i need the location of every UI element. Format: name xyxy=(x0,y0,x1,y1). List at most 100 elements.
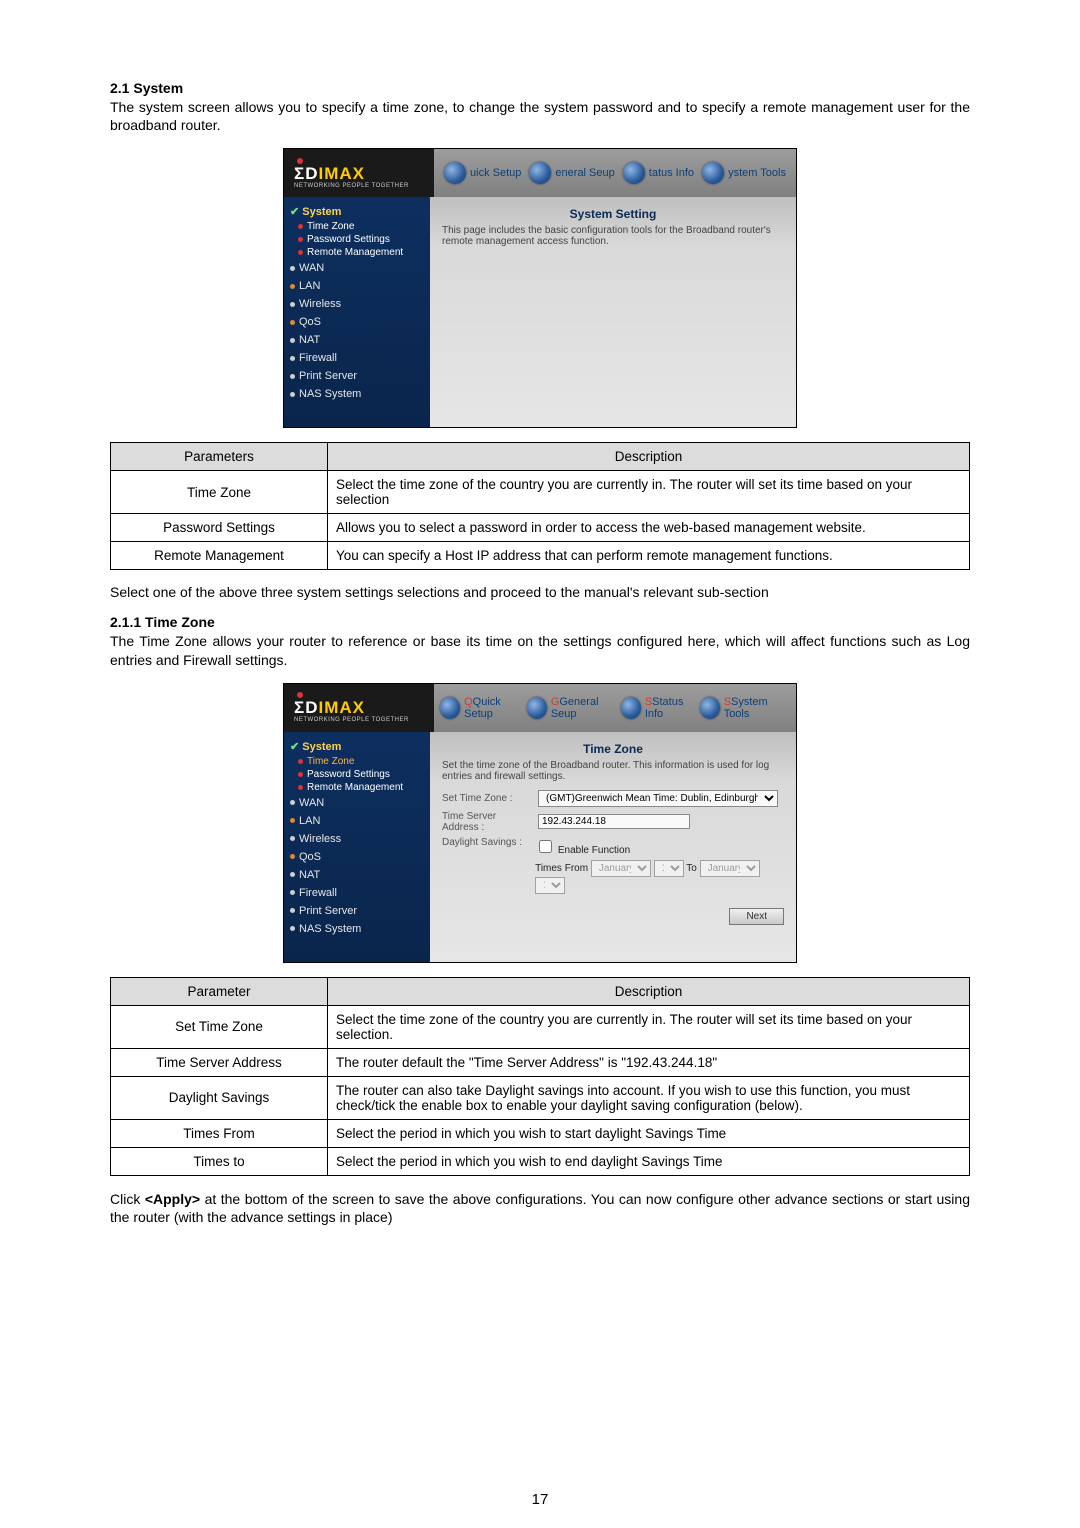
sidebar-lan[interactable]: LAN xyxy=(290,812,424,830)
table-row: Remote ManagementYou can specify a Host … xyxy=(111,542,970,570)
topbar-system-tools[interactable]: ystem Tools xyxy=(702,162,786,184)
sidebar-wan[interactable]: WAN xyxy=(290,794,424,812)
bullet-icon xyxy=(290,800,295,805)
sidebar-firewall[interactable]: Firewall xyxy=(290,349,424,367)
globe-icon xyxy=(700,697,720,719)
sidebar-sub-timezone[interactable]: Time Zone xyxy=(290,220,424,233)
table-row: Daylight SavingsThe router can also take… xyxy=(111,1076,970,1119)
sidebar-sub-remote[interactable]: Remote Management xyxy=(290,781,424,794)
sidebar-qos[interactable]: QoS xyxy=(290,313,424,331)
topbar-quick-setup[interactable]: uick Setup xyxy=(444,162,521,184)
logo-text: ΣDIMAX xyxy=(294,699,365,716)
sidebar-firewall[interactable]: Firewall xyxy=(290,884,424,902)
globe-icon xyxy=(527,697,547,719)
closing-paragraph: Click <Apply> at the bottom of the scree… xyxy=(110,1190,970,1226)
router-logo: ΣDIMAX NETWORKING PEOPLE TOGETHER xyxy=(284,692,409,723)
sidebar-sub-remote[interactable]: Remote Management xyxy=(290,246,424,259)
topbar-status-info[interactable]: SStatus Info xyxy=(621,696,700,720)
section-intro-system: The system screen allows you to specify … xyxy=(110,98,970,134)
bullet-icon xyxy=(298,250,303,255)
table-row: Times FromSelect the period in which you… xyxy=(111,1119,970,1147)
globe-icon xyxy=(621,697,641,719)
bullet-icon xyxy=(290,836,295,841)
sidebar-sub-password[interactable]: Password Settings xyxy=(290,768,424,781)
table-header-parameters: Parameters xyxy=(111,443,328,471)
bullet-icon xyxy=(298,785,303,790)
apply-bold: <Apply> xyxy=(145,1191,200,1207)
label-daylight-savings: Daylight Savings : xyxy=(442,837,529,848)
sidebar-wan[interactable]: WAN xyxy=(290,259,424,277)
parameter-table-timezone: Parameter Description Set Time ZoneSelec… xyxy=(110,977,970,1176)
sidebar-printserver[interactable]: Print Server xyxy=(290,367,424,385)
sidebar-root-system[interactable]: System xyxy=(290,740,424,753)
topbar-quick-setup[interactable]: QQuick Setup xyxy=(440,696,527,720)
select-to-month[interactable]: January xyxy=(700,860,760,877)
bullet-icon xyxy=(298,224,303,229)
label-enable-function: Enable Function xyxy=(558,845,630,856)
router-sidebar: System Time Zone Password Settings Remot… xyxy=(284,732,430,962)
table-row: Time ZoneSelect the time zone of the cou… xyxy=(111,471,970,514)
label-set-timezone: Set Time Zone : xyxy=(442,793,532,804)
sidebar-sub-password[interactable]: Password Settings xyxy=(290,233,424,246)
next-button[interactable]: Next xyxy=(729,908,784,925)
content-title: Time Zone xyxy=(442,742,784,756)
logo-subtitle: NETWORKING PEOPLE TOGETHER xyxy=(294,717,409,723)
topbar-general-setup[interactable]: eneral Seup xyxy=(529,162,614,184)
router-screenshot-timezone: ΣDIMAX NETWORKING PEOPLE TOGETHER QQuick… xyxy=(283,683,797,963)
select-from-day[interactable]: 1 xyxy=(654,860,684,877)
bullet-icon xyxy=(290,854,295,859)
select-from-month[interactable]: January xyxy=(591,860,651,877)
sidebar-sub-timezone[interactable]: Time Zone xyxy=(290,755,424,768)
label-to: To xyxy=(686,863,697,874)
router-header: ΣDIMAX NETWORKING PEOPLE TOGETHER uick S… xyxy=(284,149,796,197)
bullet-icon xyxy=(298,772,303,777)
label-times-from: Times From xyxy=(535,863,588,874)
router-topbar: QQuick Setup GGeneral Seup SStatus Info … xyxy=(434,684,796,732)
bullet-icon xyxy=(290,320,295,325)
globe-icon xyxy=(444,162,466,184)
bullet-icon xyxy=(290,266,295,271)
router-topbar: uick Setup eneral Seup tatus Info ystem … xyxy=(434,149,796,197)
system-followup-note: Select one of the above three system set… xyxy=(110,584,970,600)
select-to-day[interactable]: 1 xyxy=(535,877,565,894)
globe-icon xyxy=(702,162,724,184)
globe-icon xyxy=(529,162,551,184)
sidebar-qos[interactable]: QoS xyxy=(290,848,424,866)
topbar-general-setup[interactable]: GGeneral Seup xyxy=(527,696,621,720)
table-header-description: Description xyxy=(328,443,970,471)
topbar-status-info[interactable]: tatus Info xyxy=(623,162,694,184)
select-timezone[interactable]: (GMT)Greenwich Mean Time: Dublin, Edinbu… xyxy=(538,790,778,807)
globe-icon xyxy=(440,697,460,719)
bullet-icon xyxy=(290,374,295,379)
bullet-icon xyxy=(290,908,295,913)
bullet-icon xyxy=(290,818,295,823)
bullet-icon xyxy=(290,926,295,931)
table-row: Set Time ZoneSelect the time zone of the… xyxy=(111,1005,970,1048)
section-intro-timezone: The Time Zone allows your router to refe… xyxy=(110,632,970,668)
globe-icon xyxy=(623,162,645,184)
bullet-icon xyxy=(298,759,303,764)
sidebar-lan[interactable]: LAN xyxy=(290,277,424,295)
input-time-server[interactable] xyxy=(538,814,690,829)
router-content-system: System Setting This page includes the ba… xyxy=(430,197,796,427)
checkbox-enable-daylight[interactable] xyxy=(539,840,552,853)
sidebar-printserver[interactable]: Print Server xyxy=(290,902,424,920)
sidebar-nat[interactable]: NAT xyxy=(290,866,424,884)
topbar-system-tools[interactable]: SSystem Tools xyxy=(700,696,790,720)
sidebar-nas[interactable]: NAS System xyxy=(290,385,424,403)
parameter-table-system: Parameters Description Time ZoneSelect t… xyxy=(110,442,970,570)
bullet-icon xyxy=(290,338,295,343)
bullet-icon xyxy=(290,284,295,289)
sidebar-root-system[interactable]: System xyxy=(290,205,424,218)
sidebar-nat[interactable]: NAT xyxy=(290,331,424,349)
bullet-icon xyxy=(290,356,295,361)
router-header: ΣDIMAX NETWORKING PEOPLE TOGETHER QQuick… xyxy=(284,684,796,732)
sidebar-wireless[interactable]: Wireless xyxy=(290,295,424,313)
router-screenshot-system: ΣDIMAX NETWORKING PEOPLE TOGETHER uick S… xyxy=(283,148,797,428)
section-heading-timezone: 2.1.1 Time Zone xyxy=(110,614,970,630)
sidebar-wireless[interactable]: Wireless xyxy=(290,830,424,848)
sidebar-nas[interactable]: NAS System xyxy=(290,920,424,938)
content-description: This page includes the basic configurati… xyxy=(442,225,784,247)
router-sidebar: System Time Zone Password Settings Remot… xyxy=(284,197,430,427)
section-heading-system: 2.1 System xyxy=(110,80,970,96)
